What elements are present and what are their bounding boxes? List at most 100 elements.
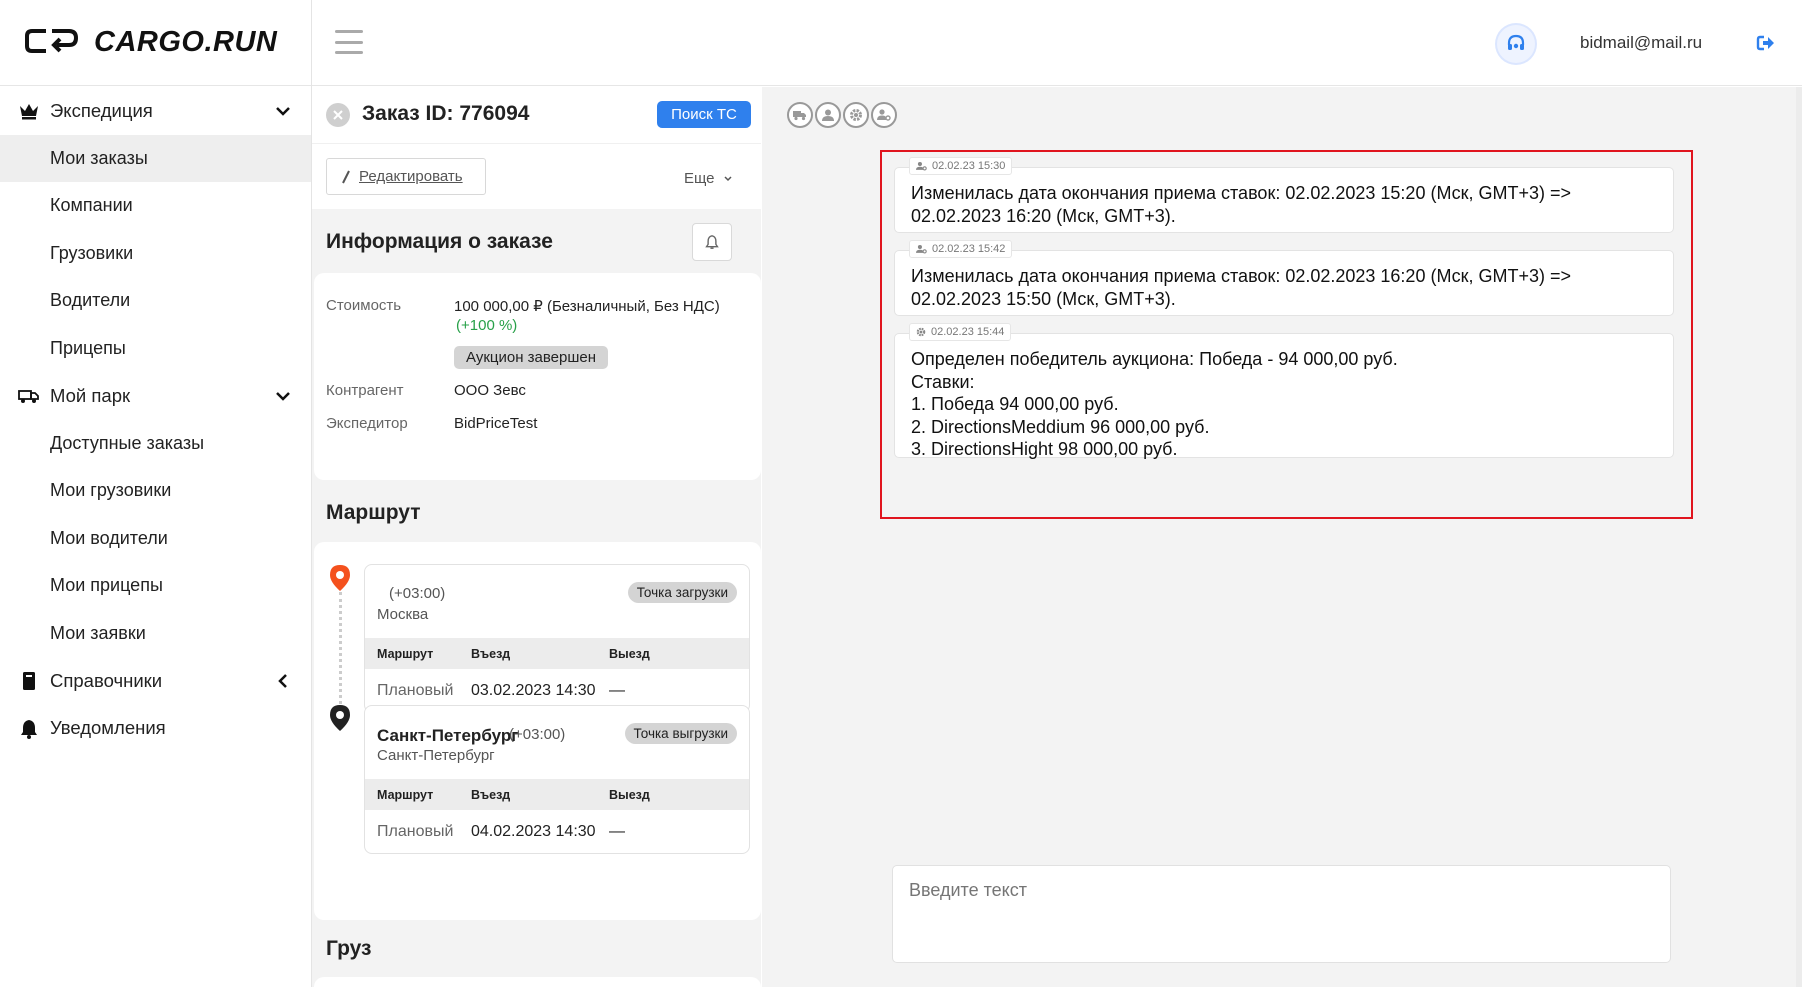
sidebar-item-my-trailers[interactable]: Мои прицепы xyxy=(0,562,311,610)
table-row: Плановый 04.02.2023 14:30 — xyxy=(365,810,749,853)
user-settings-filter-icon[interactable] xyxy=(871,102,897,128)
counterparty-label: Контрагент xyxy=(326,382,404,399)
sidebar-item-label: Доступные заказы xyxy=(50,432,205,453)
user-email[interactable]: bidmail@mail.ru xyxy=(1580,33,1702,53)
gear-icon xyxy=(916,327,926,337)
sidebar-item-my-drivers[interactable]: Мои водители xyxy=(0,515,311,563)
sidebar-group-references[interactable]: Справочники xyxy=(0,657,311,705)
more-menu-button[interactable]: Еще xyxy=(684,170,733,187)
route-point-loading[interactable]: (+03:00) Москва Точка загрузки Маршрут В… xyxy=(364,564,750,713)
close-order-button[interactable] xyxy=(326,103,350,127)
message-text: Изменилась дата окончания приема ставок:… xyxy=(911,183,1572,226)
cost-change: (+100 %) xyxy=(456,317,518,334)
message-text: Определен победитель аукциона: Победа - … xyxy=(911,349,1398,459)
sidebar-item-companies[interactable]: Компании xyxy=(0,182,311,230)
auction-status-label: Аукцион завершен xyxy=(454,346,609,369)
sidebar-group-label: Уведомления xyxy=(50,717,166,739)
column-header: Въезд xyxy=(471,647,511,661)
edit-order-button[interactable]: Редактировать xyxy=(326,158,486,195)
sidebar-item-my-requests[interactable]: Мои заявки xyxy=(0,610,311,658)
edit-button-label: Редактировать xyxy=(359,168,463,185)
sidebar-group-notifications[interactable]: Уведомления xyxy=(0,705,311,753)
crown-icon xyxy=(18,100,40,122)
more-button-label: Еще xyxy=(684,170,715,187)
cost-label: Стоимость xyxy=(326,297,402,314)
order-header: Заказ ID: 776094 Поиск ТС xyxy=(312,87,761,143)
sidebar-item-label: Водители xyxy=(50,290,131,311)
bell-outline-icon xyxy=(705,235,719,249)
chevron-down-icon[interactable] xyxy=(273,101,293,121)
user-gear-icon xyxy=(916,244,927,254)
point-timezone: (+03:00) xyxy=(389,585,446,602)
truck-filter-icon[interactable] xyxy=(787,102,813,128)
route-point-unloading[interactable]: Санкт-Петербург (+03:00) Санкт-Петербург… xyxy=(364,705,750,854)
message-meta: 02.02.23 15:42 xyxy=(909,240,1013,258)
order-info-title: Информация о заказе xyxy=(326,230,553,253)
chevron-left-icon[interactable] xyxy=(273,671,293,691)
sidebar-group-label: Экспедиция xyxy=(50,99,153,121)
route-connector xyxy=(339,592,342,710)
message-meta: 02.02.23 15:44 xyxy=(909,323,1012,341)
sidebar-item-label: Грузовики xyxy=(50,242,134,263)
sidebar-item-label: Прицепы xyxy=(50,337,126,358)
sidebar-item-label: Мои заявки xyxy=(50,622,146,643)
sidebar-item-drivers[interactable]: Водители xyxy=(0,277,311,325)
scrollbar[interactable] xyxy=(1796,87,1802,987)
chat-message: 02.02.23 15:30 Изменилась дата окончания… xyxy=(894,157,1674,233)
menu-toggle-icon[interactable] xyxy=(335,30,363,54)
gear-filter-icon[interactable] xyxy=(843,102,869,128)
truck-icon xyxy=(18,385,40,407)
sidebar-group-expedition[interactable]: Экспедиция xyxy=(0,87,311,135)
sidebar-item-available-orders[interactable]: Доступные заказы xyxy=(0,420,311,468)
point-city: Санкт-Петербург xyxy=(377,726,519,745)
sidebar-item-label: Компании xyxy=(50,195,133,216)
location-pin-icon xyxy=(330,565,350,591)
sidebar-item-label: Мои водители xyxy=(50,527,168,548)
user-filter-icon[interactable] xyxy=(815,102,841,128)
cargo-card xyxy=(314,977,761,987)
order-info-card: Стоимость 100 000,00 ₽ (Безналичный, Без… xyxy=(314,273,761,480)
forwarder-value: BidPriceTest xyxy=(454,415,538,432)
chevron-down-icon xyxy=(724,175,732,181)
point-table-header: Маршрут Въезд Выезд xyxy=(365,638,749,669)
route-title: Маршрут xyxy=(326,501,421,524)
order-chat-panel: 02.02.23 15:30 Изменилась дата окончания… xyxy=(762,87,1802,987)
chat-message: 02.02.23 15:44 Определен победитель аукц… xyxy=(894,323,1674,459)
sidebar: Экспедиция Мои заказы Компании Грузовики… xyxy=(0,87,311,987)
sidebar-group-label: Справочники xyxy=(50,669,163,691)
sidebar-item-label: Мои грузовики xyxy=(50,480,172,501)
logout-icon[interactable] xyxy=(1756,33,1776,53)
sidebar-item-trucks[interactable]: Грузовики xyxy=(0,230,311,278)
column-header: Выезд xyxy=(609,647,650,661)
headset-icon[interactable] xyxy=(1497,25,1535,63)
cost-value: 100 000,00 ₽ (Безналичный, Без НДС) xyxy=(454,298,720,315)
logo[interactable]: CARGO.RUN xyxy=(24,22,277,62)
row-type: Плановый xyxy=(377,682,454,699)
forwarder-label: Экспедитор xyxy=(326,415,408,432)
point-type-badge: Точка загрузки xyxy=(627,582,737,603)
user-gear-icon xyxy=(916,161,927,171)
search-vehicle-button[interactable]: Поиск ТС xyxy=(657,101,751,128)
counterparty-value: ООО Зевс xyxy=(454,382,526,399)
chevron-down-icon[interactable] xyxy=(273,386,293,406)
auction-status-badge: Аукцион завершен xyxy=(454,346,609,369)
column-header: Выезд xyxy=(609,788,650,802)
message-meta: 02.02.23 15:30 xyxy=(909,157,1013,175)
row-departure: — xyxy=(609,682,625,699)
column-header: Маршрут xyxy=(377,647,434,661)
message-time: 02.02.23 15:30 xyxy=(932,160,1006,172)
column-header: Маршрут xyxy=(377,788,434,802)
sidebar-item-my-orders[interactable]: Мои заказы xyxy=(0,134,311,182)
row-arrival: 03.02.2023 14:30 xyxy=(471,682,596,699)
sidebar-item-trailers[interactable]: Прицепы xyxy=(0,325,311,373)
messages-highlight-frame: 02.02.23 15:30 Изменилась дата окончания… xyxy=(880,150,1693,519)
cargo-title: Груз xyxy=(326,937,372,960)
sidebar-item-my-trucks[interactable]: Мои грузовики xyxy=(0,467,311,515)
message-input[interactable] xyxy=(892,865,1671,963)
row-departure: — xyxy=(609,823,625,840)
close-icon xyxy=(333,110,343,120)
subscribe-notifications-button[interactable] xyxy=(692,223,732,261)
point-timezone: (+03:00) xyxy=(509,726,566,743)
sidebar-group-my-park[interactable]: Мой парк xyxy=(0,372,311,420)
chat-filter-bar xyxy=(787,102,897,128)
